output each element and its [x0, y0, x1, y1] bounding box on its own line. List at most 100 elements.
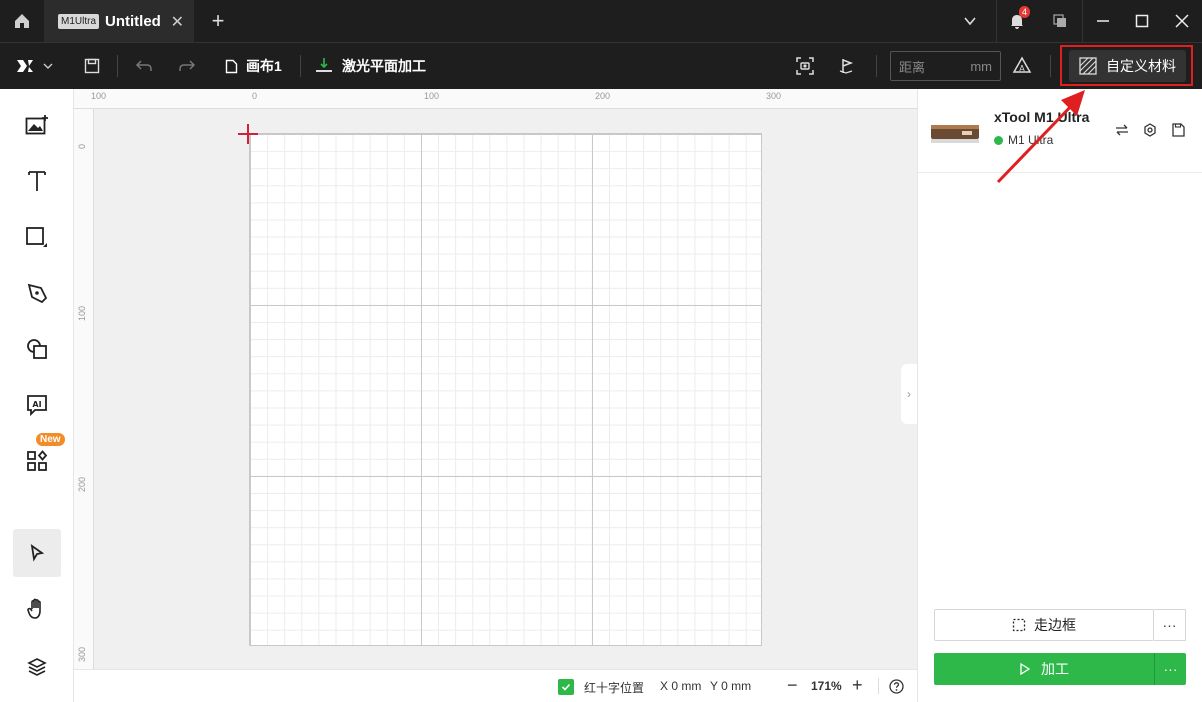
- apps-tool-button[interactable]: [13, 437, 61, 485]
- ruler-label: 100: [91, 91, 107, 101]
- canvas-area[interactable]: 100 0 100 200 300 0 100 200 300 ›: [74, 89, 917, 669]
- home-icon: [15, 14, 29, 28]
- laser-flat-icon: [316, 58, 332, 72]
- pen-icon: [27, 283, 48, 304]
- pen-tool-button[interactable]: [13, 269, 61, 317]
- document-tab[interactable]: M1Ultra Untitled ✕: [44, 0, 194, 42]
- save-icon: [1171, 123, 1185, 137]
- notification-count: 4: [1019, 6, 1031, 18]
- tab-list-button[interactable]: [950, 0, 990, 42]
- close-icon: [1175, 14, 1189, 28]
- right-panel: xTool M1 Ultra M1 Ultra 走边框 ··· 加工 ···: [917, 89, 1202, 702]
- process-button[interactable]: 加工: [934, 653, 1154, 685]
- layers-button[interactable]: [13, 643, 61, 691]
- red-crosshair-icon: [238, 124, 258, 144]
- measure-button[interactable]: [837, 43, 855, 89]
- notifications-button[interactable]: 4: [996, 0, 1036, 42]
- chevron-down-icon: [43, 63, 53, 69]
- tab-close-icon[interactable]: ✕: [171, 12, 184, 32]
- maximize-icon: [1135, 14, 1149, 28]
- device-status: M1 Ultra: [994, 133, 1053, 147]
- title-bar: M1Ultra Untitled ✕ + 4: [0, 0, 1202, 42]
- crosshair-checkbox[interactable]: [558, 679, 574, 695]
- more-icon: ···: [1163, 661, 1178, 677]
- device-settings-button[interactable]: [1142, 122, 1158, 138]
- cursor-icon: [30, 544, 45, 562]
- ai-tool-button[interactable]: AI: [13, 381, 61, 429]
- camera-scan-icon: [796, 57, 814, 75]
- processing-mode-selector[interactable]: 激光平面加工: [314, 43, 426, 89]
- minimize-icon: [1096, 20, 1109, 22]
- layers-icon: [27, 658, 47, 676]
- ruler-label: 300: [77, 646, 87, 662]
- hand-tool-button[interactable]: [13, 585, 61, 633]
- ruler-label: 0: [252, 91, 258, 101]
- save-settings-button[interactable]: [1170, 122, 1186, 138]
- distance-input[interactable]: 距离 mm: [890, 51, 1001, 81]
- save-icon: [84, 58, 100, 74]
- frame-more-button[interactable]: ···: [1154, 609, 1186, 641]
- device-card[interactable]: xTool M1 Ultra M1 Ultra: [918, 89, 1202, 173]
- vertical-ruler: 0 100 200 300: [74, 109, 94, 669]
- shape-tool-button[interactable]: [13, 213, 61, 261]
- ruler-label: 100: [77, 305, 87, 321]
- toolbar-divider: [300, 55, 301, 77]
- auto-focus-button[interactable]: A: [1012, 43, 1032, 89]
- frame-button[interactable]: 走边框: [934, 609, 1154, 641]
- chevron-right-icon: ›: [907, 387, 911, 401]
- maximize-button[interactable]: [1122, 0, 1162, 42]
- toolbar-divider: [876, 55, 877, 77]
- zoom-level: 171%: [811, 679, 842, 693]
- new-tab-button[interactable]: +: [200, 0, 236, 42]
- panel-collapse-handle[interactable]: ›: [901, 364, 917, 424]
- work-area-grid[interactable]: [249, 133, 762, 646]
- close-window-button[interactable]: [1162, 0, 1202, 42]
- undo-button[interactable]: [135, 43, 153, 89]
- ruler-label: 200: [595, 91, 611, 101]
- status-divider: [878, 678, 879, 694]
- undo-icon: [135, 60, 152, 71]
- ruler-label: 100: [424, 91, 440, 101]
- process-label: 加工: [1041, 661, 1069, 677]
- home-button[interactable]: [0, 0, 44, 42]
- device-status-label: M1 Ultra: [1008, 133, 1054, 147]
- main-toolbar: 画布1 激光平面加工 距离 mm A 自定义材料: [0, 42, 1202, 89]
- frame-dashed-icon: [1012, 618, 1026, 632]
- chevron-down-icon: [964, 17, 976, 26]
- online-status-dot: [994, 135, 1003, 145]
- image-tool-button[interactable]: [13, 101, 61, 149]
- distance-placeholder: 距离: [899, 59, 926, 75]
- switch-device-button[interactable]: [1114, 122, 1130, 138]
- status-bar: 红十字位置 X 0 mm Y 0 mm − 171% +: [74, 669, 917, 702]
- windows-icon: [1053, 14, 1066, 27]
- flag-pin-icon: [839, 59, 854, 74]
- xtool-menu-button[interactable]: [16, 43, 54, 89]
- rectangle-icon: [26, 227, 47, 247]
- process-more-button[interactable]: ···: [1154, 653, 1186, 685]
- camera-capture-button[interactable]: [796, 43, 814, 89]
- select-tool-button[interactable]: [13, 529, 61, 577]
- minimize-button[interactable]: [1082, 0, 1122, 42]
- device-image: [931, 125, 979, 143]
- canvas-selector[interactable]: 画布1: [225, 43, 282, 89]
- tab-title: Untitled: [105, 12, 161, 30]
- distance-unit: mm: [970, 58, 992, 74]
- text-tool-button[interactable]: [13, 157, 61, 205]
- elements-tool-button[interactable]: [13, 325, 61, 373]
- apps-grid-icon: [27, 450, 48, 471]
- redo-icon: [179, 60, 196, 71]
- autofocus-icon: A: [1012, 56, 1032, 73]
- help-icon[interactable]: [889, 679, 904, 694]
- svg-text:AI: AI: [32, 400, 41, 409]
- shapes-icon: [27, 339, 47, 359]
- ruler-label: 300: [766, 91, 782, 101]
- frame-label: 走边框: [1034, 617, 1076, 633]
- save-button[interactable]: [84, 43, 100, 89]
- redo-button[interactable]: [178, 43, 196, 89]
- device-name: xTool M1 Ultra: [994, 109, 1090, 125]
- windows-button[interactable]: [1040, 0, 1080, 42]
- zoom-in-button[interactable]: +: [852, 675, 863, 696]
- horizontal-ruler: 100 0 100 200 300: [74, 89, 917, 109]
- zoom-out-button[interactable]: −: [787, 675, 798, 696]
- processing-mode-label: 激光平面加工: [342, 58, 426, 74]
